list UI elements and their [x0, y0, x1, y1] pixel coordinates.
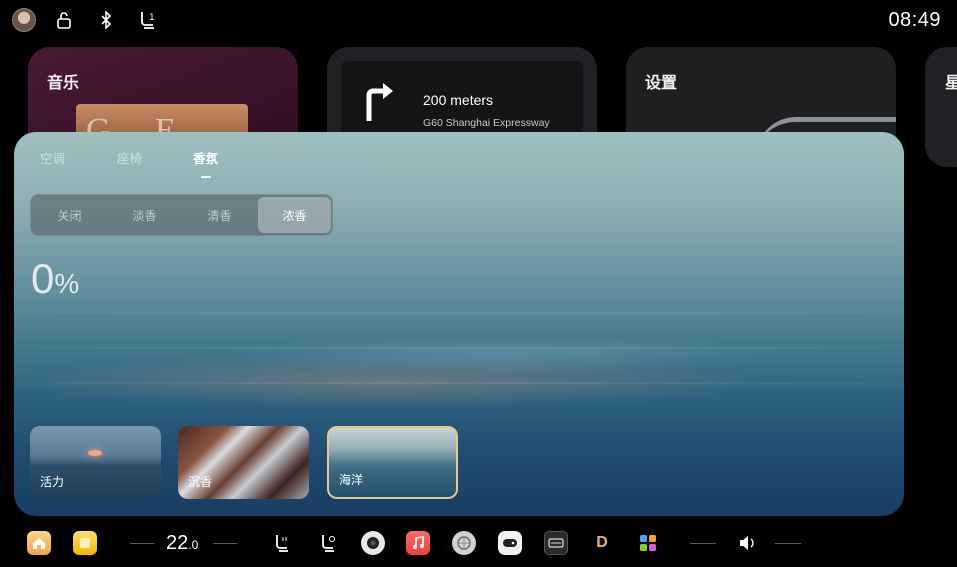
wave-line: [14, 312, 904, 314]
avatar[interactable]: [12, 8, 36, 32]
status-bar: 1 08:49: [0, 0, 957, 40]
fragrance-level: 0%: [31, 255, 79, 303]
game-icon[interactable]: [498, 531, 522, 555]
navigation-road: G60 Shanghai Expressway: [423, 117, 550, 129]
scene-label: 海洋: [339, 473, 364, 487]
seat-vent-icon[interactable]: [316, 531, 340, 555]
scene-vitality[interactable]: 活力: [30, 426, 161, 499]
intensity-fresh[interactable]: 清香: [183, 197, 256, 233]
clock: 08:49: [888, 9, 941, 31]
tab-fragrance[interactable]: 香氛: [193, 148, 218, 167]
apps-grid-icon[interactable]: [636, 531, 660, 555]
home-icon[interactable]: [27, 531, 51, 555]
photo-icon[interactable]: [452, 531, 476, 555]
intensity-off[interactable]: 关闭: [33, 197, 106, 233]
tab-seat[interactable]: 座椅: [117, 148, 142, 167]
active-tab-indicator: [201, 176, 211, 178]
turn-right-arrow-icon: [366, 83, 393, 121]
volume-icon[interactable]: [735, 531, 759, 555]
fragrance-level-value: 0: [31, 255, 55, 302]
divider: [213, 543, 237, 544]
seat-heat-icon[interactable]: 1: [136, 8, 160, 32]
music-card-title: 音乐: [47, 75, 80, 92]
intensity-strong[interactable]: 浓香: [258, 197, 331, 233]
scene-label: 活力: [40, 475, 65, 489]
temperature-int: 22: [166, 532, 189, 554]
wave-line: [14, 382, 904, 384]
divider: [775, 543, 801, 544]
scene-ocean[interactable]: 海洋: [327, 426, 458, 499]
settings-card-title: 设置: [645, 75, 678, 92]
extra-card-title: 星: [945, 75, 957, 92]
notes-icon[interactable]: [73, 531, 97, 555]
navigation-distance: 200 meters: [423, 92, 494, 108]
lock-open-icon[interactable]: [52, 8, 76, 32]
fragrance-panel: 空调 座椅 香氛 关闭 淡香 清香 浓香 0% 活力 沉香 海洋: [14, 132, 904, 516]
sunset-glow: [88, 450, 102, 456]
tab-climate[interactable]: 空调: [40, 148, 65, 167]
d-app-icon[interactable]: D: [590, 531, 614, 555]
camera-icon[interactable]: [361, 531, 385, 555]
divider: [130, 543, 154, 544]
temperature-dec: .0: [188, 538, 199, 552]
extra-card[interactable]: 星: [925, 47, 957, 167]
video-icon[interactable]: [544, 531, 568, 555]
scene-label: 沉香: [188, 475, 213, 489]
seat-heat-icon[interactable]: [270, 531, 294, 555]
temperature-display[interactable]: 22.0: [166, 532, 198, 555]
intensity-light[interactable]: 淡香: [108, 197, 181, 233]
bluetooth-icon[interactable]: [94, 8, 118, 32]
divider: [690, 543, 716, 544]
fragrance-level-unit: %: [54, 268, 80, 299]
scene-agarwood[interactable]: 沉香: [178, 426, 309, 499]
svg-text:1: 1: [149, 13, 155, 23]
intensity-selector: 关闭 淡香 清香 浓香: [30, 194, 333, 236]
dock: 22.0 D: [0, 522, 957, 567]
wave-line: [14, 347, 904, 349]
navigation-instruction: 200 meters G60 Shanghai Expressway: [341, 61, 583, 141]
music-icon[interactable]: [406, 531, 430, 555]
